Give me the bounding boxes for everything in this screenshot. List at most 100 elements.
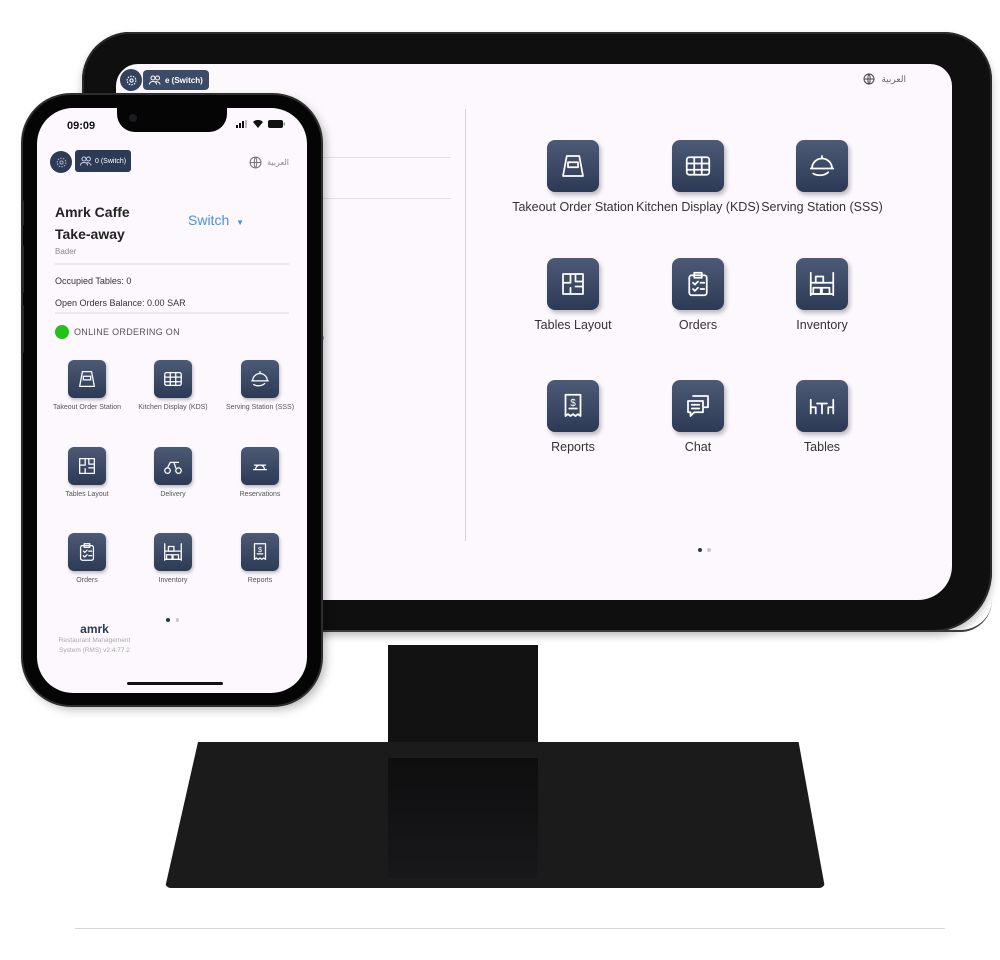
- takeout-bag-icon: [79, 371, 95, 387]
- brand-line1: Restaurant Management: [58, 637, 131, 644]
- serving-cloche-icon: [251, 371, 269, 387]
- tile-icon-box: $: [547, 380, 599, 432]
- app-tile-takeout-order-station[interactable]: Takeout Order Station: [44, 360, 130, 413]
- tile-label: Kitchen Display (KDS): [138, 404, 208, 411]
- divider: [55, 263, 289, 265]
- page-dot-active[interactable]: [698, 548, 702, 552]
- app-tile-tables-layout[interactable]: Tables Layout: [511, 258, 635, 334]
- clipboard-checklist-icon: [688, 271, 708, 297]
- gear-icon: [56, 157, 66, 167]
- app-tile-tables[interactable]: Tables: [760, 380, 884, 456]
- svg-text:$: $: [570, 398, 576, 409]
- takeout-bag-icon: [562, 155, 584, 177]
- serving-cloche-icon: [809, 155, 835, 177]
- app-tile-chat[interactable]: Chat: [636, 380, 760, 456]
- app-tile-reports[interactable]: $ Reports: [217, 533, 303, 586]
- tile-icon-box: [241, 447, 279, 485]
- business-name-line2: Take-away: [55, 226, 125, 242]
- app-tile-takeout-order-station[interactable]: Takeout Order Station: [511, 140, 635, 216]
- receipt-dollar-icon: $: [253, 543, 267, 560]
- business-name: Amrk Caffe Take-away: [55, 201, 130, 245]
- app-tile-kitchen-display-kds[interactable]: Kitchen Display (KDS): [636, 140, 760, 216]
- tile-label: Delivery: [160, 491, 186, 498]
- receipt-dollar-icon: $: [564, 393, 582, 417]
- brand-line2: System (RMS) v2.4.77.2: [59, 647, 130, 654]
- app-tile-inventory[interactable]: Inventory: [130, 533, 216, 586]
- tile-icon-box: [547, 140, 599, 192]
- tile-icon-box: [672, 258, 724, 310]
- tile-icon-box: [154, 447, 192, 485]
- status-time: 09:09: [67, 120, 96, 132]
- divider-line: [316, 157, 451, 158]
- language-toggle[interactable]: العربية: [249, 156, 289, 169]
- svg-text:$: $: [258, 545, 262, 554]
- page-dot-active[interactable]: [166, 618, 170, 622]
- branch-switch-dropdown[interactable]: Switch ▼: [188, 212, 244, 228]
- tile-label: Tables Layout: [534, 318, 612, 332]
- tile-icon-box: [796, 380, 848, 432]
- settings-button[interactable]: [50, 151, 72, 173]
- tile-label: Kitchen Display (KDS): [636, 200, 760, 214]
- branch-switch-label: Switch: [188, 212, 230, 228]
- open-orders-balance: Open Orders Balance: 0.00 SAR: [55, 298, 186, 308]
- tile-label: Takeout Order Station: [52, 404, 122, 411]
- tile-icon-box: [154, 533, 192, 571]
- app-tile-delivery[interactable]: Delivery: [130, 447, 216, 500]
- user-switch-label: e (Switch): [165, 75, 203, 85]
- user-switch-label: 0 (Switch): [95, 157, 127, 165]
- business-subtitle: Bader: [55, 247, 77, 256]
- tile-label: Reports: [247, 577, 273, 584]
- app-tile-orders[interactable]: Orders: [636, 258, 760, 334]
- phone-volume-down: [21, 305, 24, 353]
- panel-divider: [465, 109, 466, 541]
- tile-icon-box: [796, 140, 848, 192]
- app-tile-kitchen-display-kds[interactable]: Kitchen Display (KDS): [130, 360, 216, 413]
- signal-icon: [236, 120, 247, 128]
- app-tile-orders[interactable]: Orders: [44, 533, 130, 586]
- page-dot[interactable]: [707, 548, 711, 552]
- stand-base-shade: [388, 758, 538, 878]
- tile-icon-box: $: [241, 533, 279, 571]
- language-toggle[interactable]: العربية: [863, 73, 906, 85]
- app-tile-serving-station-sss[interactable]: Serving Station (SSS): [217, 360, 303, 413]
- tile-label: Orders: [678, 318, 718, 332]
- status-dot: [55, 325, 69, 339]
- wifi-icon: [253, 120, 263, 128]
- tile-label: Tables Layout: [65, 491, 109, 498]
- page-dot[interactable]: [175, 618, 179, 622]
- app-tile-reservations[interactable]: Reservations: [217, 447, 303, 500]
- business-name-line1: Amrk Caffe: [55, 204, 130, 220]
- floor-plan-icon: [562, 273, 584, 295]
- delivery-scooter-icon: [164, 461, 182, 474]
- tile-label: Reservations: [239, 491, 281, 498]
- tile-label: Inventory: [158, 577, 188, 584]
- shelves-icon: [809, 271, 835, 297]
- phone-volume-up: [21, 245, 24, 293]
- settings-button[interactable]: [120, 69, 142, 91]
- tile-label: Inventory: [796, 318, 848, 332]
- tile-icon-box: [796, 258, 848, 310]
- app-tile-serving-station-sss[interactable]: Serving Station (SSS): [760, 140, 884, 216]
- app-tile-tables-layout[interactable]: Tables Layout: [44, 447, 130, 500]
- phone-notch: [117, 108, 227, 132]
- tile-icon-box: [68, 360, 106, 398]
- tile-label: Reports: [551, 440, 595, 454]
- phone-side-button: [21, 200, 24, 226]
- online-ordering-toggle[interactable]: ONLINE ORDERING ON: [55, 325, 180, 339]
- floor-plan-icon: [79, 458, 95, 474]
- language-label: العربية: [267, 158, 289, 167]
- brand-footer: amrk Restaurant Management System (RMS) …: [37, 622, 152, 656]
- app-tile-reports[interactable]: $ Reports: [511, 380, 635, 456]
- user-switch-button[interactable]: e (Switch): [143, 70, 209, 90]
- online-ordering-label: ONLINE ORDERING ON: [74, 327, 180, 337]
- gear-icon: [126, 75, 136, 85]
- app-tile-inventory[interactable]: Inventory: [760, 258, 884, 334]
- tile-label: Takeout Order Station: [512, 200, 634, 214]
- home-indicator[interactable]: [127, 682, 223, 685]
- status-icons: [236, 120, 285, 128]
- user-switch-button[interactable]: 0 (Switch): [75, 150, 132, 172]
- chevron-down-icon: ▼: [236, 218, 245, 227]
- tile-label: Orders: [76, 577, 98, 584]
- tile-label: Serving Station (SSS): [225, 404, 295, 411]
- tile-icon-box: [672, 140, 724, 192]
